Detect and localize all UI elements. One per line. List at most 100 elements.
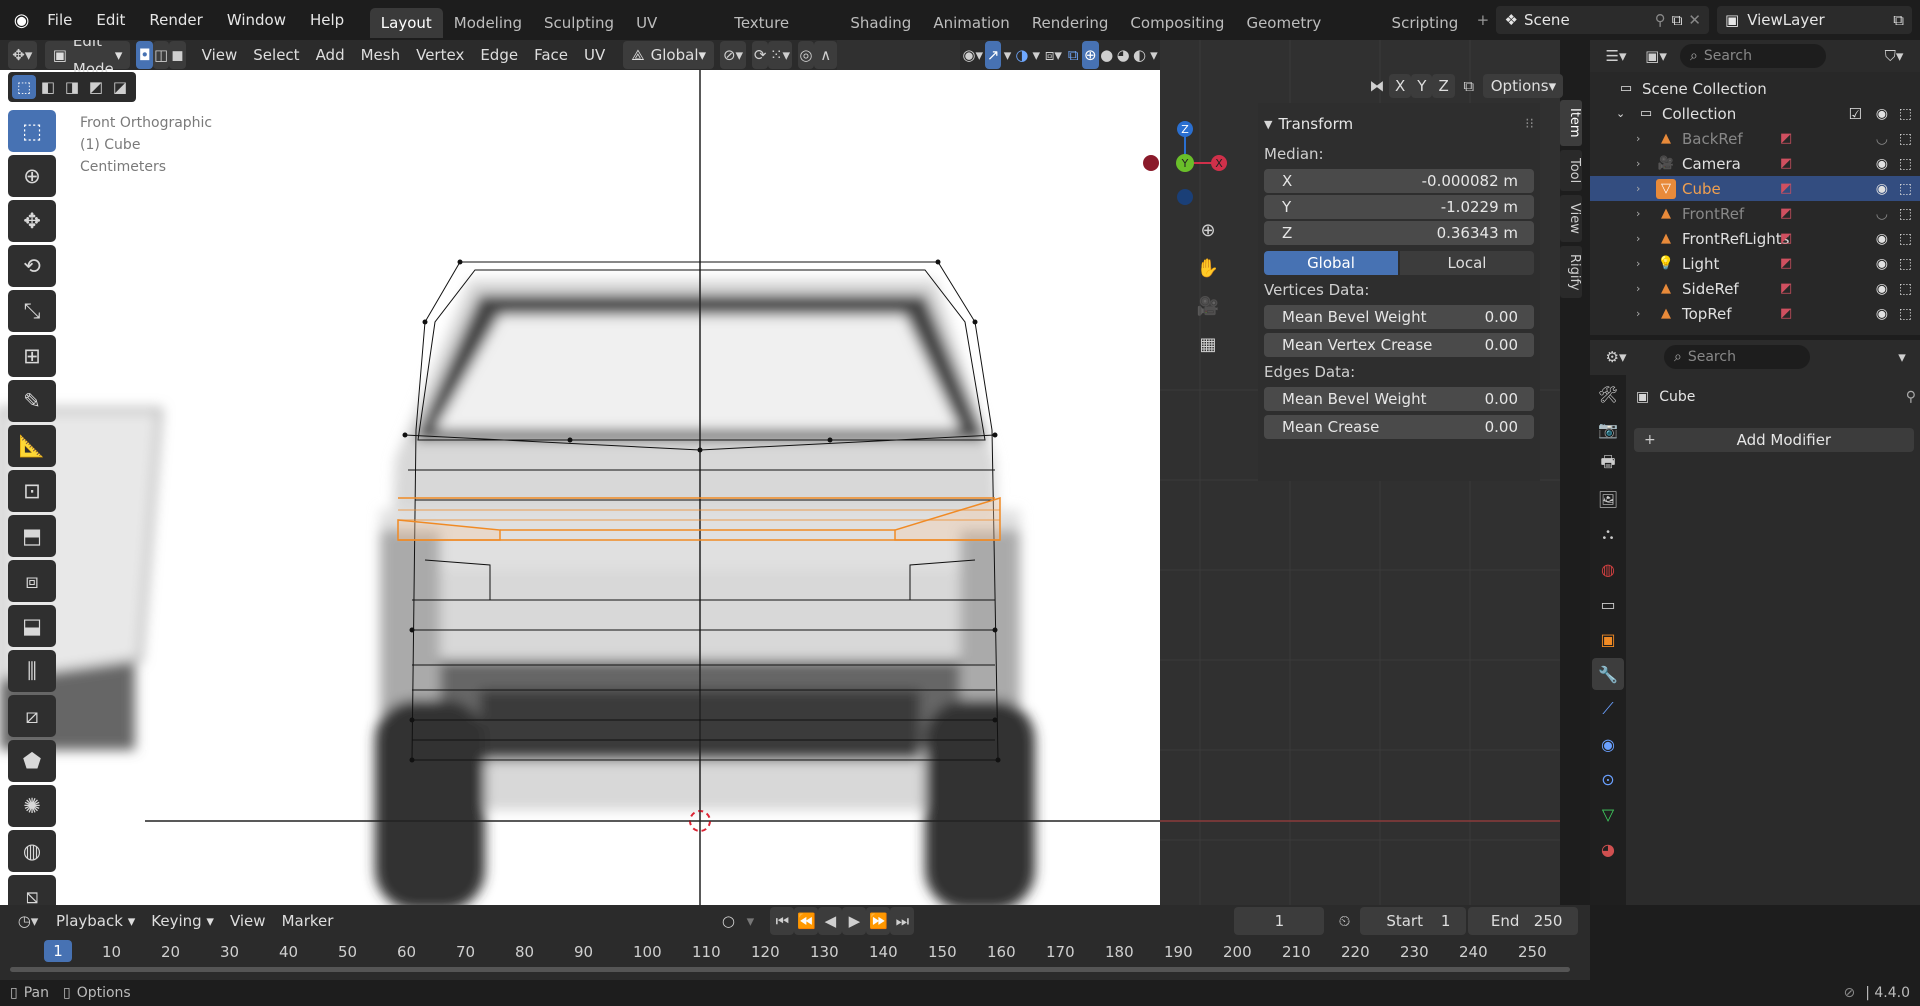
material-props-icon[interactable]: ◕ <box>1592 833 1624 865</box>
next-keyframe-icon[interactable]: ⏩ <box>866 907 891 935</box>
tab-shading[interactable]: Shading <box>839 8 922 38</box>
outliner-search-input[interactable]: ⌕ Search <box>1680 44 1826 68</box>
transform-icon[interactable]: ⊞ <box>8 335 56 377</box>
knife-icon[interactable]: ⧄ <box>8 695 56 737</box>
global-button[interactable]: Global <box>1264 251 1398 275</box>
menu-view[interactable]: View <box>194 41 246 69</box>
expand-icon[interactable]: › <box>1636 157 1656 170</box>
inset-icon[interactable]: ⧈ <box>8 560 56 602</box>
scene-props-icon[interactable]: ⛬ <box>1592 518 1624 550</box>
view-layer-props-icon[interactable]: 🖼 <box>1592 483 1624 515</box>
gizmo-neg-x-icon[interactable] <box>1143 155 1159 171</box>
tab-compositing[interactable]: Compositing <box>1119 8 1235 38</box>
expand-icon[interactable]: › <box>1636 257 1656 270</box>
move-icon[interactable]: ✥ <box>8 200 56 242</box>
eye-icon[interactable]: ◉ <box>1876 106 1888 122</box>
blender-logo-icon[interactable]: ◉ <box>8 6 35 34</box>
menu-marker[interactable]: Marker <box>274 907 342 935</box>
eye-icon[interactable]: ◉ <box>1876 231 1888 247</box>
menu-uv[interactable]: UV <box>576 41 613 69</box>
auto-merge-icon[interactable]: ⧉ <box>1455 72 1483 100</box>
editor-type-icon[interactable]: ✥▾ <box>8 41 37 69</box>
expand-icon[interactable]: › <box>1636 207 1656 220</box>
proportional-edit-icon[interactable]: ◎ <box>797 41 815 69</box>
mean-vertex-crease-field[interactable]: Mean Vertex Crease 0.00 <box>1264 333 1534 357</box>
shading-dropdown-icon[interactable]: ▾ <box>1148 41 1160 69</box>
edge-select-icon[interactable]: ◫ <box>152 41 170 69</box>
filter-icon[interactable]: ⛉▾ <box>1874 42 1914 70</box>
orientation-selector[interactable]: ⟁ Global ▾ <box>623 41 715 69</box>
output-props-icon[interactable]: 🖶 <box>1592 448 1624 480</box>
camera-icon[interactable]: ⬚ <box>1899 181 1912 197</box>
median-z-field[interactable]: Z 0.36343 m <box>1264 221 1534 245</box>
outliner-editor-icon[interactable]: ☰▾ <box>1596 42 1636 70</box>
overlay-dropdown-icon[interactable]: ▾ <box>1030 41 1042 69</box>
play-reverse-icon[interactable]: ◀ <box>818 907 843 935</box>
mirror-icon[interactable]: ⧓ <box>1365 72 1389 100</box>
falloff-icon[interactable]: ∧ <box>814 41 838 69</box>
record-dropdown-icon[interactable]: ▾ <box>740 907 760 935</box>
menu-vertex[interactable]: Vertex <box>408 41 472 69</box>
face-select-icon[interactable]: ◼ <box>169 41 186 69</box>
prev-keyframe-icon[interactable]: ⏪ <box>794 907 819 935</box>
camera-icon[interactable]: ⬚ <box>1899 306 1912 322</box>
tab-animation[interactable]: Animation <box>922 8 1020 38</box>
mean-crease-field[interactable]: Mean Crease 0.00 <box>1264 415 1534 439</box>
jump-end-icon[interactable]: ⏭ <box>890 907 915 935</box>
menu-timeline-view[interactable]: View <box>222 907 274 935</box>
poly-build-icon[interactable]: ⬟ <box>8 740 56 782</box>
delete-scene-icon[interactable]: ✕ <box>1688 6 1701 34</box>
zoom-icon[interactable]: ⊕ <box>1194 216 1222 244</box>
mirror-z-button[interactable]: Z <box>1432 74 1455 98</box>
object-props-icon[interactable]: ▣ <box>1592 623 1624 655</box>
select-new-icon[interactable]: ⬚ <box>12 75 36 99</box>
properties-search-input[interactable]: ⌕ Search <box>1664 345 1810 369</box>
camera-icon[interactable]: ⬚ <box>1899 281 1912 297</box>
camera-icon[interactable]: ⬚ <box>1899 206 1912 222</box>
expand-icon[interactable]: ⌄ <box>1616 107 1636 120</box>
timeline-scrollbar[interactable] <box>10 967 1570 972</box>
tab-item[interactable]: Item <box>1560 100 1582 146</box>
particles-props-icon[interactable]: ⟋ <box>1592 693 1624 725</box>
gizmo-neg-z-icon[interactable] <box>1177 189 1193 205</box>
mirror-x-button[interactable]: X <box>1389 74 1412 98</box>
measure-icon[interactable]: 📐 <box>8 425 56 467</box>
annotate-icon[interactable]: ✎ <box>8 380 56 422</box>
constraints-props-icon[interactable]: ⊙ <box>1592 763 1624 795</box>
tab-scripting[interactable]: Scripting <box>1381 8 1470 38</box>
transform-header[interactable]: ▼ Transform ⁝⁝ <box>1264 111 1534 137</box>
display-mode-icon[interactable]: ▣▾ <box>1636 42 1676 70</box>
properties-editor-icon[interactable]: ⚙▾ <box>1596 343 1636 371</box>
edge-slide-icon[interactable]: ⧅ <box>8 875 56 905</box>
render-props-icon[interactable]: 📷 <box>1592 413 1624 445</box>
snap-icon[interactable]: ⟳ <box>752 41 769 69</box>
tab-rigify[interactable]: Rigify <box>1560 245 1582 299</box>
drag-handle-icon[interactable]: ⁝⁝ <box>1525 116 1534 132</box>
outliner-item-light[interactable]: › 💡 Light ◩ ◉ ⬚ <box>1590 251 1920 276</box>
physics-props-icon[interactable]: ◉ <box>1592 728 1624 760</box>
tab-sculpting[interactable]: Sculpting <box>533 8 625 38</box>
tab-view[interactable]: View <box>1560 194 1582 242</box>
overlay-icon[interactable]: ◑ <box>1014 41 1030 69</box>
eye-icon[interactable]: ◉ <box>1876 281 1888 297</box>
gizmo-dropdown-icon[interactable]: ▾ <box>1001 41 1013 69</box>
outliner-item-frontreflights[interactable]: › ▲ FrontRefLights ◩ ◉ ⬚ <box>1590 226 1920 251</box>
outliner-item-topref[interactable]: › ▲ TopRef ◩ ◉ ⬚ <box>1590 301 1920 326</box>
3d-viewport[interactable]: ✥▾ ▣ Edit Mode ▾ ◘ ◫ ◼ View Select Add M… <box>0 40 1160 905</box>
mean-bevel-weight-field[interactable]: Mean Bevel Weight 0.00 <box>1264 305 1534 329</box>
extrude-icon[interactable]: ⬒ <box>8 515 56 557</box>
outliner-item-backref[interactable]: › ▲ BackRef ◩ ◡ ⬚ <box>1590 126 1920 151</box>
select-invert-icon[interactable]: ◩ <box>84 75 108 99</box>
playhead[interactable]: 1 <box>44 940 72 962</box>
shading-rendered-icon[interactable]: ◐ <box>1131 41 1147 69</box>
collection-props-icon[interactable]: ▭ <box>1592 588 1624 620</box>
tab-layout[interactable]: Layout <box>369 8 443 38</box>
tab-texture-paint[interactable]: Texture Paint <box>723 8 839 62</box>
menu-keying[interactable]: Keying ▾ <box>143 907 222 935</box>
modifier-props-icon[interactable]: 🔧 <box>1592 658 1624 690</box>
expand-icon[interactable]: › <box>1636 182 1656 195</box>
add-workspace-icon[interactable]: + <box>1469 6 1496 34</box>
spin-icon[interactable]: ✺ <box>8 785 56 827</box>
options-dropdown[interactable]: Options ▾ <box>1482 74 1563 98</box>
data-props-icon[interactable]: ▽ <box>1592 798 1624 830</box>
